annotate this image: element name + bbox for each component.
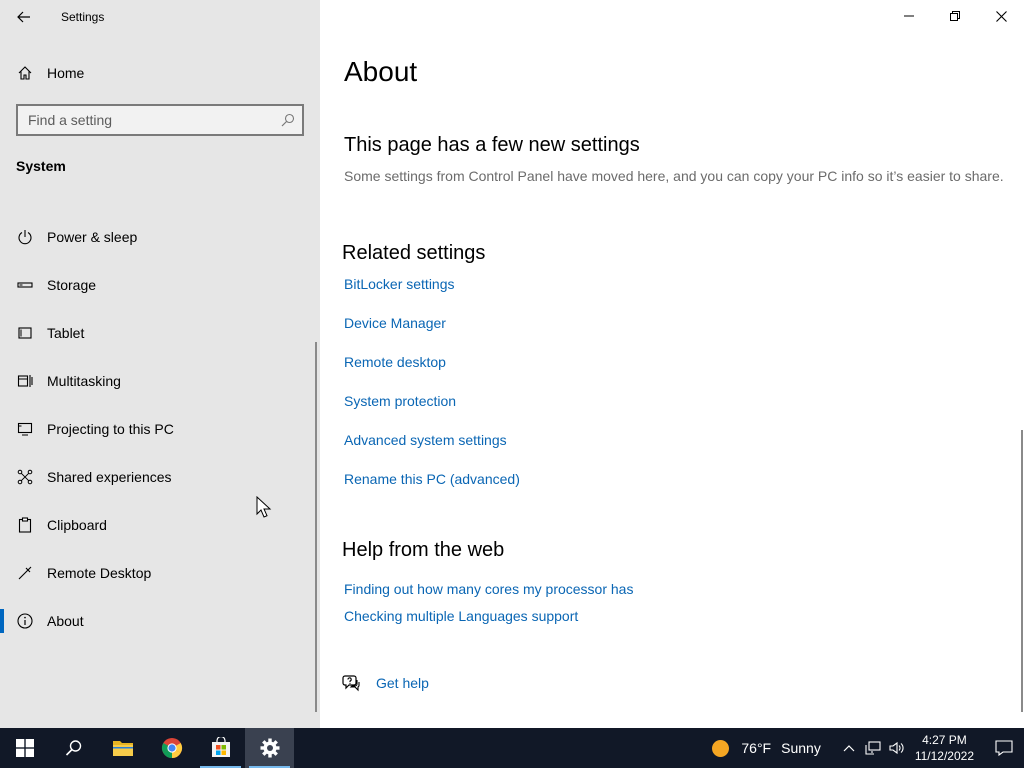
sidebar-item-label: Projecting to this PC xyxy=(47,421,174,437)
sidebar-item-home[interactable]: Home xyxy=(0,56,320,90)
network-button[interactable] xyxy=(861,728,885,768)
sidebar-item-tablet[interactable]: Tablet xyxy=(0,309,320,357)
sidebar-item-label: Remote Desktop xyxy=(47,565,152,581)
sidebar-item-power-sleep[interactable]: Power & sleep xyxy=(0,213,320,261)
search-icon[interactable] xyxy=(274,106,302,134)
storage-icon xyxy=(16,276,34,294)
gear-icon xyxy=(260,738,279,758)
taskbar-microsoft-store[interactable] xyxy=(196,728,245,768)
sidebar-item-label: Tablet xyxy=(47,325,85,341)
back-button[interactable] xyxy=(10,3,38,31)
taskbar-file-explorer[interactable] xyxy=(98,728,147,768)
page-title: About xyxy=(344,56,418,87)
sidebar-item-remote-desktop[interactable]: Remote Desktop xyxy=(0,549,320,597)
action-center-button[interactable] xyxy=(984,728,1024,768)
search-input[interactable] xyxy=(28,112,274,128)
sidebar-item-label: Power & sleep xyxy=(47,229,138,245)
sidebar-item-label: Multitasking xyxy=(47,373,121,389)
notification-icon xyxy=(995,740,1013,756)
start-button[interactable] xyxy=(0,728,49,768)
minimize-button[interactable] xyxy=(886,0,932,32)
help-from-web-heading: Help from the web xyxy=(342,539,505,561)
sidebar-item-shared-experiences[interactable]: Shared experiences xyxy=(0,453,320,501)
sidebar-item-storage[interactable]: Storage xyxy=(0,261,320,309)
power-icon xyxy=(16,228,34,246)
taskbar: 76°F Sunny 4:27 PM 11/12/2022 xyxy=(0,728,1024,768)
store-icon xyxy=(211,737,230,757)
volume-button[interactable] xyxy=(885,728,909,768)
sidebar-item-multitasking[interactable]: Multitasking xyxy=(0,357,320,405)
main-scrollbar[interactable] xyxy=(1021,430,1023,712)
sidebar-nav: Power & sleep Storage Tablet Multitaskin… xyxy=(0,213,320,645)
new-settings-description: Some settings from Control Panel have mo… xyxy=(344,168,1004,184)
show-hidden-icons-button[interactable] xyxy=(837,728,861,768)
weather-widget[interactable]: 76°F Sunny xyxy=(712,739,821,757)
chrome-icon xyxy=(161,738,182,759)
sidebar-item-clipboard[interactable]: Clipboard xyxy=(0,501,320,549)
languages-support-help-link[interactable]: Checking multiple Languages support xyxy=(344,608,578,624)
clock-date: 11/12/2022 xyxy=(914,749,974,763)
get-help-icon xyxy=(342,675,360,692)
processor-cores-help-link[interactable]: Finding out how many cores my processor … xyxy=(344,581,633,597)
tablet-icon xyxy=(16,324,34,342)
remote-desktop-link[interactable]: Remote desktop xyxy=(344,354,446,370)
search-box xyxy=(16,104,304,136)
app-title: Settings xyxy=(61,10,105,24)
search-icon xyxy=(65,740,81,756)
sidebar-item-label: Clipboard xyxy=(47,517,107,533)
taskbar-settings[interactable] xyxy=(245,728,294,768)
home-icon xyxy=(16,64,34,82)
get-help-label: Get help xyxy=(376,675,429,691)
chevron-up-icon xyxy=(843,745,855,752)
sunny-icon xyxy=(712,739,730,757)
sidebar: Settings Home System Power & sleep Stora… xyxy=(0,0,320,728)
weather-condition: Sunny xyxy=(781,740,821,756)
taskbar-search-button[interactable] xyxy=(49,728,98,768)
shared-experiences-icon xyxy=(16,468,34,486)
clock[interactable]: 4:27 PM 11/12/2022 xyxy=(915,732,974,764)
section-title: System xyxy=(16,158,66,174)
new-settings-heading: This page has a few new settings xyxy=(344,134,640,156)
info-icon xyxy=(16,612,34,630)
volume-icon xyxy=(889,741,904,755)
sidebar-item-label: Storage xyxy=(47,277,97,293)
title-bar: Settings xyxy=(0,0,320,34)
window-controls xyxy=(886,0,1024,32)
sidebar-item-label: About xyxy=(47,613,84,629)
main-content: About This page has a few new settings S… xyxy=(320,0,1024,728)
close-icon xyxy=(995,10,1007,22)
device-manager-link[interactable]: Device Manager xyxy=(344,315,446,331)
back-arrow-icon xyxy=(17,11,30,23)
sidebar-item-about[interactable]: About xyxy=(0,597,320,645)
taskbar-chrome[interactable] xyxy=(147,728,196,768)
projecting-icon xyxy=(16,420,34,438)
sidebar-scrollbar[interactable] xyxy=(315,342,317,712)
clipboard-icon xyxy=(16,516,34,534)
system-protection-link[interactable]: System protection xyxy=(344,393,456,409)
weather-temp: 76°F xyxy=(741,740,772,756)
close-button[interactable] xyxy=(978,0,1024,32)
restore-button[interactable] xyxy=(932,0,978,32)
bitlocker-settings-link[interactable]: BitLocker settings xyxy=(344,276,455,292)
sidebar-item-projecting[interactable]: Projecting to this PC xyxy=(0,405,320,453)
restore-icon xyxy=(950,11,960,21)
remote-desktop-icon xyxy=(16,564,34,582)
home-label: Home xyxy=(47,65,85,81)
mouse-cursor-icon xyxy=(256,496,272,518)
multitasking-icon xyxy=(16,372,34,390)
sidebar-item-label: Shared experiences xyxy=(47,469,172,485)
minimize-icon xyxy=(904,15,914,17)
rename-pc-link[interactable]: Rename this PC (advanced) xyxy=(344,471,520,487)
related-settings-heading: Related settings xyxy=(342,242,486,264)
folder-icon xyxy=(112,741,133,756)
network-icon xyxy=(865,741,881,755)
system-tray: 76°F Sunny 4:27 PM 11/12/2022 xyxy=(712,728,1024,768)
advanced-system-settings-link[interactable]: Advanced system settings xyxy=(344,432,507,448)
get-help-link[interactable]: Get help xyxy=(342,674,429,692)
clock-time: 4:27 PM xyxy=(922,733,967,747)
windows-logo-icon xyxy=(15,739,34,757)
